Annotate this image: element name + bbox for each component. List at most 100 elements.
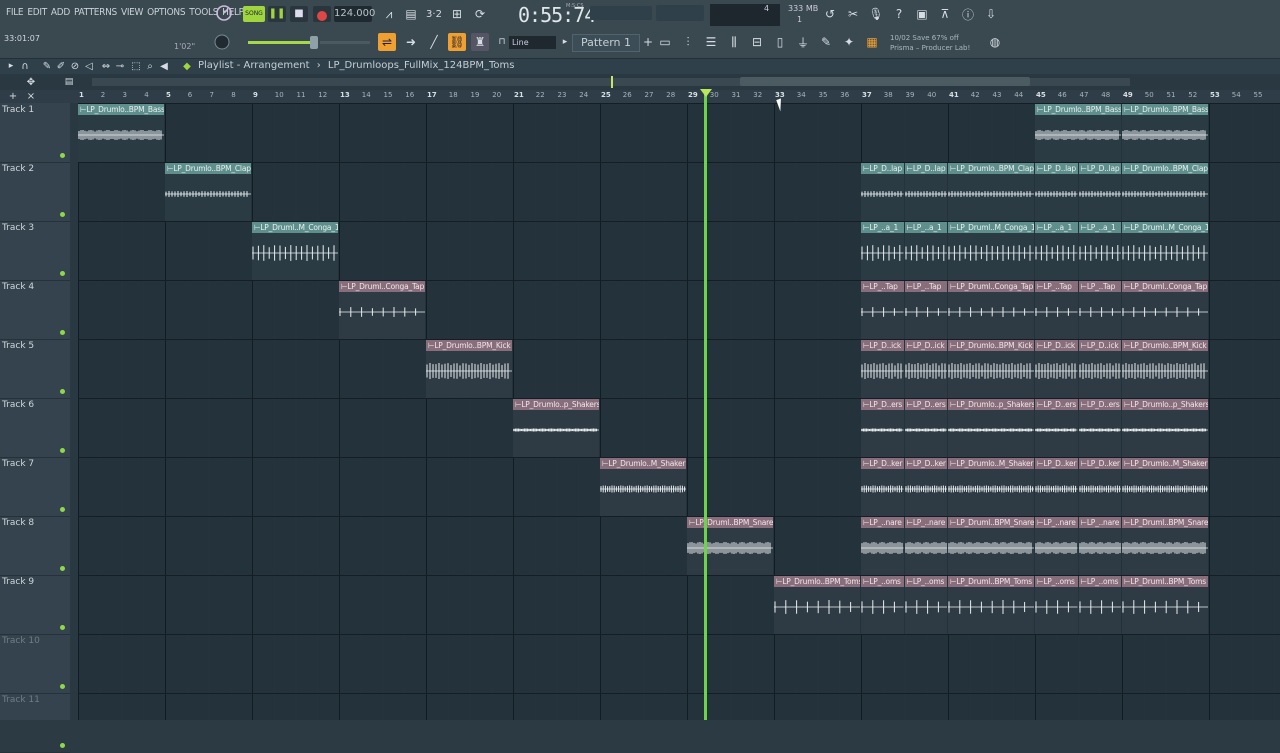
main-volume-handle[interactable] [310,36,318,49]
audio-clip[interactable]: ⊢LP_Drumlo..BPM_Kick [426,340,512,398]
audio-clip[interactable]: ⊢LP_D..lap [904,163,947,221]
track-header[interactable]: Track 8 [0,516,70,576]
audio-clip[interactable]: ⊢LP_..oms [861,576,904,634]
draw-tool-icon[interactable]: ╱ [425,33,443,51]
audio-clip[interactable]: ⊢LP_Druml..Conga_Tap [948,281,1034,339]
audio-clip[interactable]: ⊢LP_D..ker [904,458,947,516]
main-volume-fader[interactable] [248,41,318,44]
audio-clip[interactable]: ⊢LP_Drumlo..BPM_Kick [1122,340,1208,398]
audio-clip[interactable]: ⊢LP_D..ker [1078,458,1121,516]
track-mute-led[interactable] [60,212,65,217]
main-pitch-fader[interactable] [320,41,370,44]
audio-clip[interactable]: ⊢LP_D..lap [1035,163,1078,221]
audio-clip[interactable]: ⊢LP_Druml..Conga_Tap [339,281,425,339]
audio-clip[interactable]: ⊢LP_..a_1 [1035,222,1078,280]
track-mute-led[interactable] [60,153,65,158]
playlist-window-icon[interactable]: ▭ [656,33,674,51]
audio-clip[interactable]: ⊢LP_..nare [1035,517,1078,575]
master-volume-slider[interactable] [590,6,652,20]
audio-clip[interactable]: ⊢LP_..a_1 [861,222,904,280]
menu-patterns[interactable]: PATTERNS [72,7,119,18]
audio-clip[interactable]: ⊢LP_Drumlo..p_Shakers [513,399,599,457]
track-header[interactable]: Track 10 [0,634,70,694]
audio-clip[interactable]: ⊢LP_Drumlo..BPM_Clap [948,163,1034,221]
audio-clip[interactable]: ⊢LP_Drumlo..BPM_Clap [1122,163,1208,221]
mute-icon[interactable]: ◁ [80,57,98,75]
track-mute-led[interactable] [60,743,65,748]
audio-clip[interactable]: ⊢LP_..Tap [904,281,947,339]
playhead[interactable] [704,90,707,720]
step-edit-icon[interactable]: ⊞ [448,5,466,23]
track-header[interactable]: Track 11 [0,693,70,753]
timeline-ruler[interactable]: 1 2 3 4 5 6 7 8 9 10 11 12 13 14 15 16 17 18 19 20 21 22 23 24 2… [78,90,1280,104]
metronome-icon[interactable]: ⩘ [380,5,398,23]
plugin-picker-icon[interactable]: ▯ [771,33,789,51]
audio-clip[interactable]: ⊢LP_D..ers [861,399,904,457]
master-pitch-slider[interactable] [656,5,704,21]
audio-clip[interactable]: ⊢LP_Druml..BPM_Toms [1122,576,1208,634]
audio-clip[interactable]: ⊢LP_D..lap [1078,163,1121,221]
track-header[interactable]: Track 5 [0,339,70,399]
render-icon[interactable]: ⊼ [936,5,954,23]
audio-clip[interactable]: ⊢LP_Druml..BPM_Toms [948,576,1034,634]
audio-clip[interactable]: ⊢LP_..Tap [1035,281,1078,339]
track-header[interactable]: Track 3 [0,221,70,281]
download-icon[interactable]: ⇩ [982,5,1000,23]
audio-clip[interactable]: ⊢LP_Drumlo..BPM_Bass [1122,104,1208,162]
menu-edit[interactable]: EDIT [25,7,49,18]
store-icon[interactable]: ▦ [863,33,881,51]
track-mute-led[interactable] [60,330,65,335]
save-icon[interactable]: ▣ [913,5,931,23]
menu-add[interactable]: ADD [49,7,72,18]
track-header[interactable]: Track 1 [0,103,70,163]
song-time-display[interactable]: 0:55:74 [518,3,596,27]
track-header[interactable]: Track 2 [0,162,70,222]
audio-clip[interactable]: ⊢LP_Druml..M_Conga_1 [948,222,1034,280]
audio-clip[interactable]: ⊢LP_..Tap [861,281,904,339]
globe-icon[interactable]: ◍ [986,33,1004,51]
audio-clip[interactable]: ⊢LP_D..ick [904,340,947,398]
playlist-nav-icon[interactable]: ◆ [178,57,196,75]
track-mute-led[interactable] [60,271,65,276]
snap-to-bar-icon[interactable]: ⇌ [378,33,396,51]
info-icon[interactable]: ⓘ [959,5,977,23]
audio-clip[interactable]: ⊢LP_..a_1 [1078,222,1121,280]
audio-clip[interactable]: ⊢LP_..oms [1078,576,1121,634]
audio-clip[interactable]: ⊢LP_..nare [861,517,904,575]
playhead-marker[interactable] [700,89,712,97]
cut-icon[interactable]: ✂ [844,5,862,23]
audio-clip[interactable]: ⊢LP_Drumlo..BPM_Bass [78,104,164,162]
audio-clip[interactable]: ⊢LP_D..ick [861,340,904,398]
layout-icon[interactable]: ▤ [60,73,78,91]
master-volume-knob-icon[interactable] [213,33,231,51]
audio-clip[interactable]: ⊢LP_Drumlo..BPM_Clap [165,163,251,221]
playlist-grid[interactable]: ⊢LP_Drumlo..BPM_Bass ⊢LP_Drumlo..BPM_Bass… [78,103,1280,720]
piano-roll-icon[interactable]: ⫶ [679,33,697,51]
arrow-right-icon[interactable]: ➜ [402,33,420,51]
audio-clip[interactable]: ⊢LP_Drumlo..BPM_Kick [948,340,1034,398]
channel-rack-icon[interactable]: ☰ [702,33,720,51]
menu-file[interactable]: FILE [4,7,25,18]
track-header[interactable]: Track 9 [0,575,70,635]
wait-input-icon[interactable]: ▤ [402,5,420,23]
loop-record-icon[interactable]: ⟳ [471,5,489,23]
song-mode-toggle[interactable]: SONG [243,6,265,22]
browser-icon[interactable]: ⊟ [748,33,766,51]
audio-clip[interactable]: ⊢LP_..Tap [1078,281,1121,339]
track-header[interactable]: Track 6 [0,398,70,458]
stop-button[interactable]: ■ [290,6,308,22]
audio-clip[interactable]: ⊢LP_Drumlo..M_Shaker [948,458,1034,516]
microphone-icon[interactable]: 🎙︎ [867,5,885,23]
horizontal-scrollbar-thumb[interactable] [740,77,1030,86]
track-mute-led[interactable] [60,507,65,512]
track-mute-led[interactable] [60,448,65,453]
audio-clip[interactable]: ⊢LP_Drumlo..p_Shakers [948,399,1034,457]
audio-clip[interactable]: ⊢LP_..nare [904,517,947,575]
snap-select[interactable]: Line [509,36,556,49]
news-panel[interactable]: 10/02 Save 67% off Prisma – Producer Lab… [890,33,970,53]
audio-clip[interactable]: ⊢LP_D..ers [904,399,947,457]
audio-clip[interactable]: ⊢LP_Druml..BPM_Snare [1122,517,1208,575]
audio-clip[interactable]: ⊢LP_Druml..Conga_Tap [1122,281,1208,339]
track-header[interactable]: Track 4 [0,280,70,340]
track-mute-led[interactable] [60,566,65,571]
